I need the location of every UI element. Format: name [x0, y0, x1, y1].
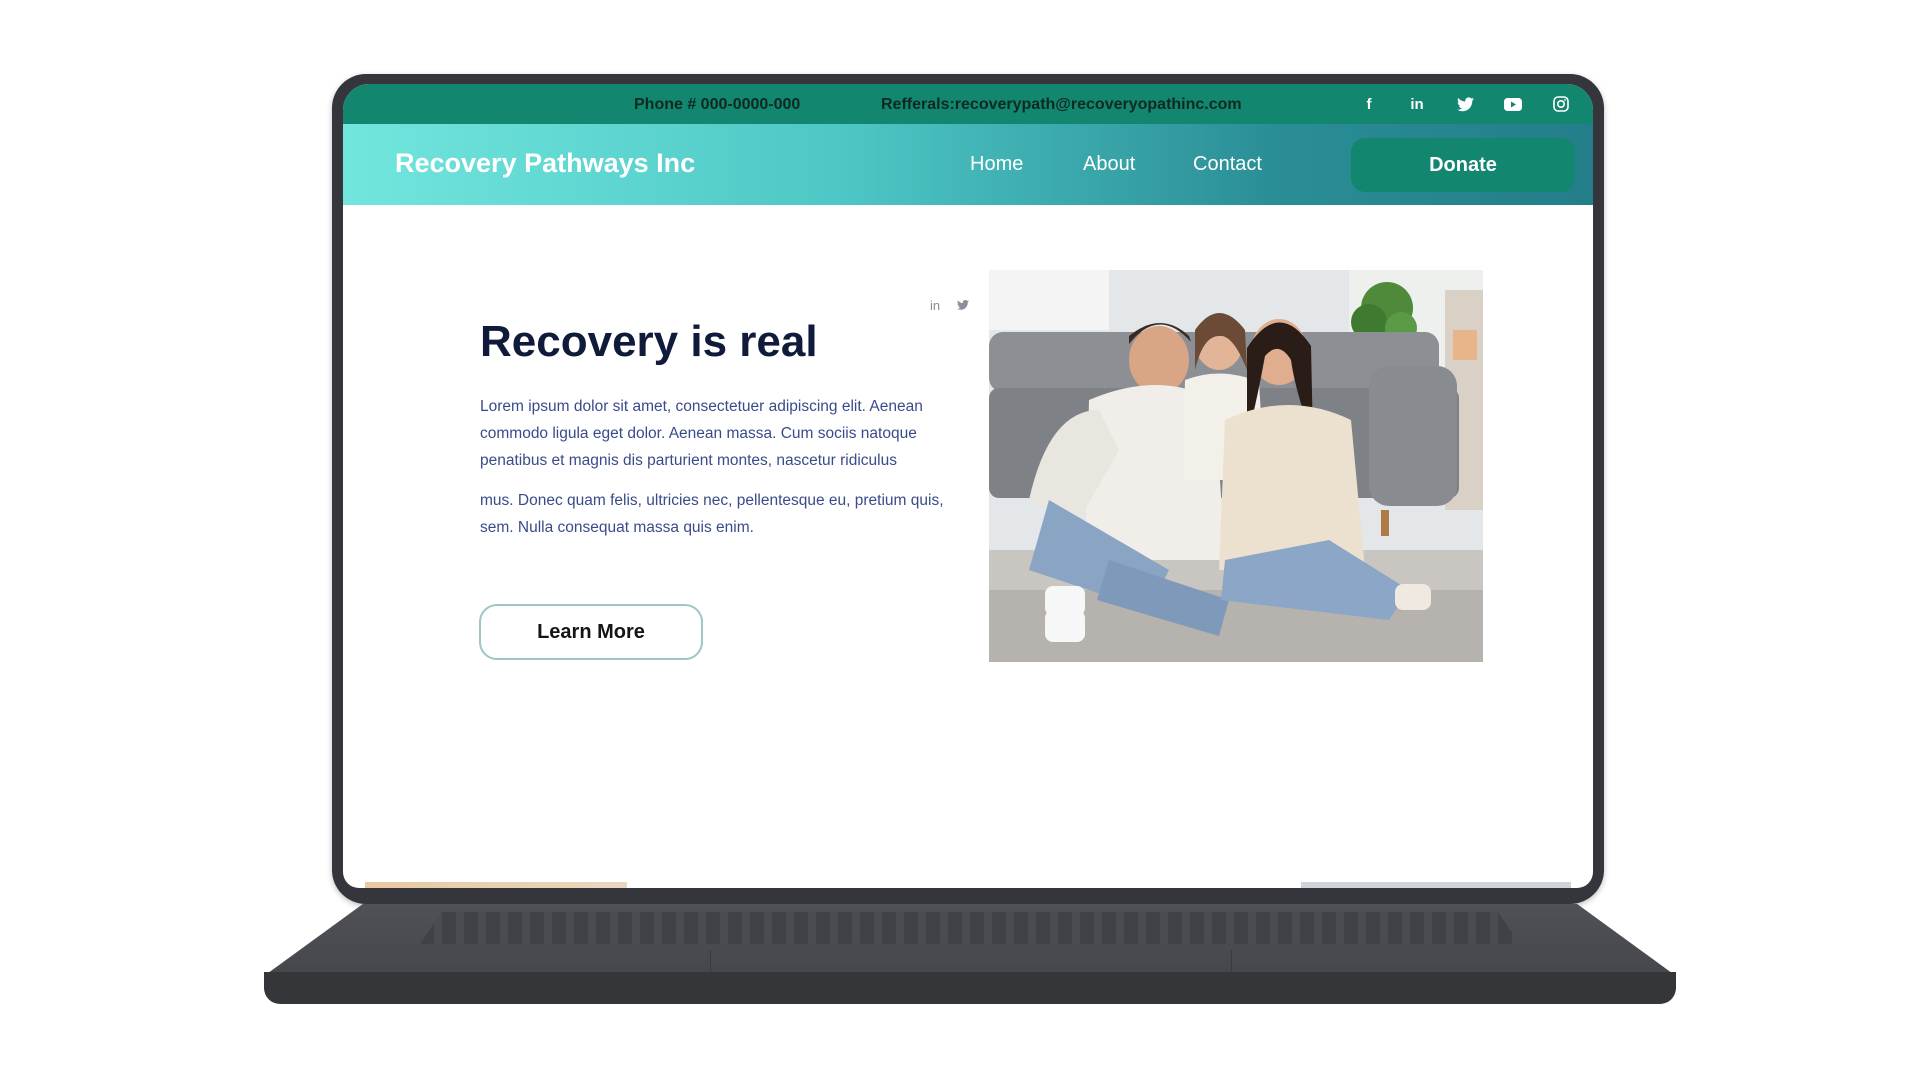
laptop-trackpad [710, 950, 1232, 972]
nav-link-about[interactable]: About [1083, 153, 1135, 176]
instagram-icon[interactable] [1551, 94, 1571, 114]
laptop-base-edge [264, 972, 1676, 1004]
navigation-bar: Recovery Pathways Inc Home About Contact… [343, 124, 1593, 205]
hero-paragraph-1: Lorem ipsum dolor sit amet, consectetuer… [480, 398, 923, 469]
donate-button[interactable]: Donate [1351, 138, 1575, 192]
phone-number: Phone # 000-0000-000 [634, 96, 801, 113]
contact-bar: Phone # 000-0000-000 Refferals:recoveryp… [343, 84, 1593, 124]
nav-link-contact[interactable]: Contact [1193, 153, 1262, 176]
twitter-icon[interactable] [1455, 94, 1475, 114]
youtube-icon[interactable] [1503, 94, 1523, 114]
hero-title: Recovery is real [480, 317, 818, 366]
hero-paragraph-2: mus. Donec quam felis, ultricies nec, pe… [480, 492, 944, 536]
facebook-icon[interactable]: f [1359, 94, 1379, 114]
share-twitter-icon[interactable] [957, 298, 969, 313]
nav-link-home[interactable]: Home [970, 153, 1023, 176]
learn-more-button[interactable]: Learn More [479, 604, 703, 660]
next-section-preview-right [1301, 882, 1571, 888]
referrals-email[interactable]: Refferals:recoverypath@recoveryopathinc.… [881, 96, 1242, 114]
laptop-screen: Phone # 000-0000-000 Refferals:recoveryp… [343, 84, 1593, 888]
share-linkedin-icon[interactable]: in [930, 298, 940, 313]
next-section-preview-left [365, 882, 627, 888]
brand-logo-text[interactable]: Recovery Pathways Inc [395, 148, 695, 179]
laptop-keyboard [420, 912, 1520, 944]
family-photo [989, 270, 1483, 662]
linkedin-icon[interactable]: in [1407, 94, 1427, 114]
